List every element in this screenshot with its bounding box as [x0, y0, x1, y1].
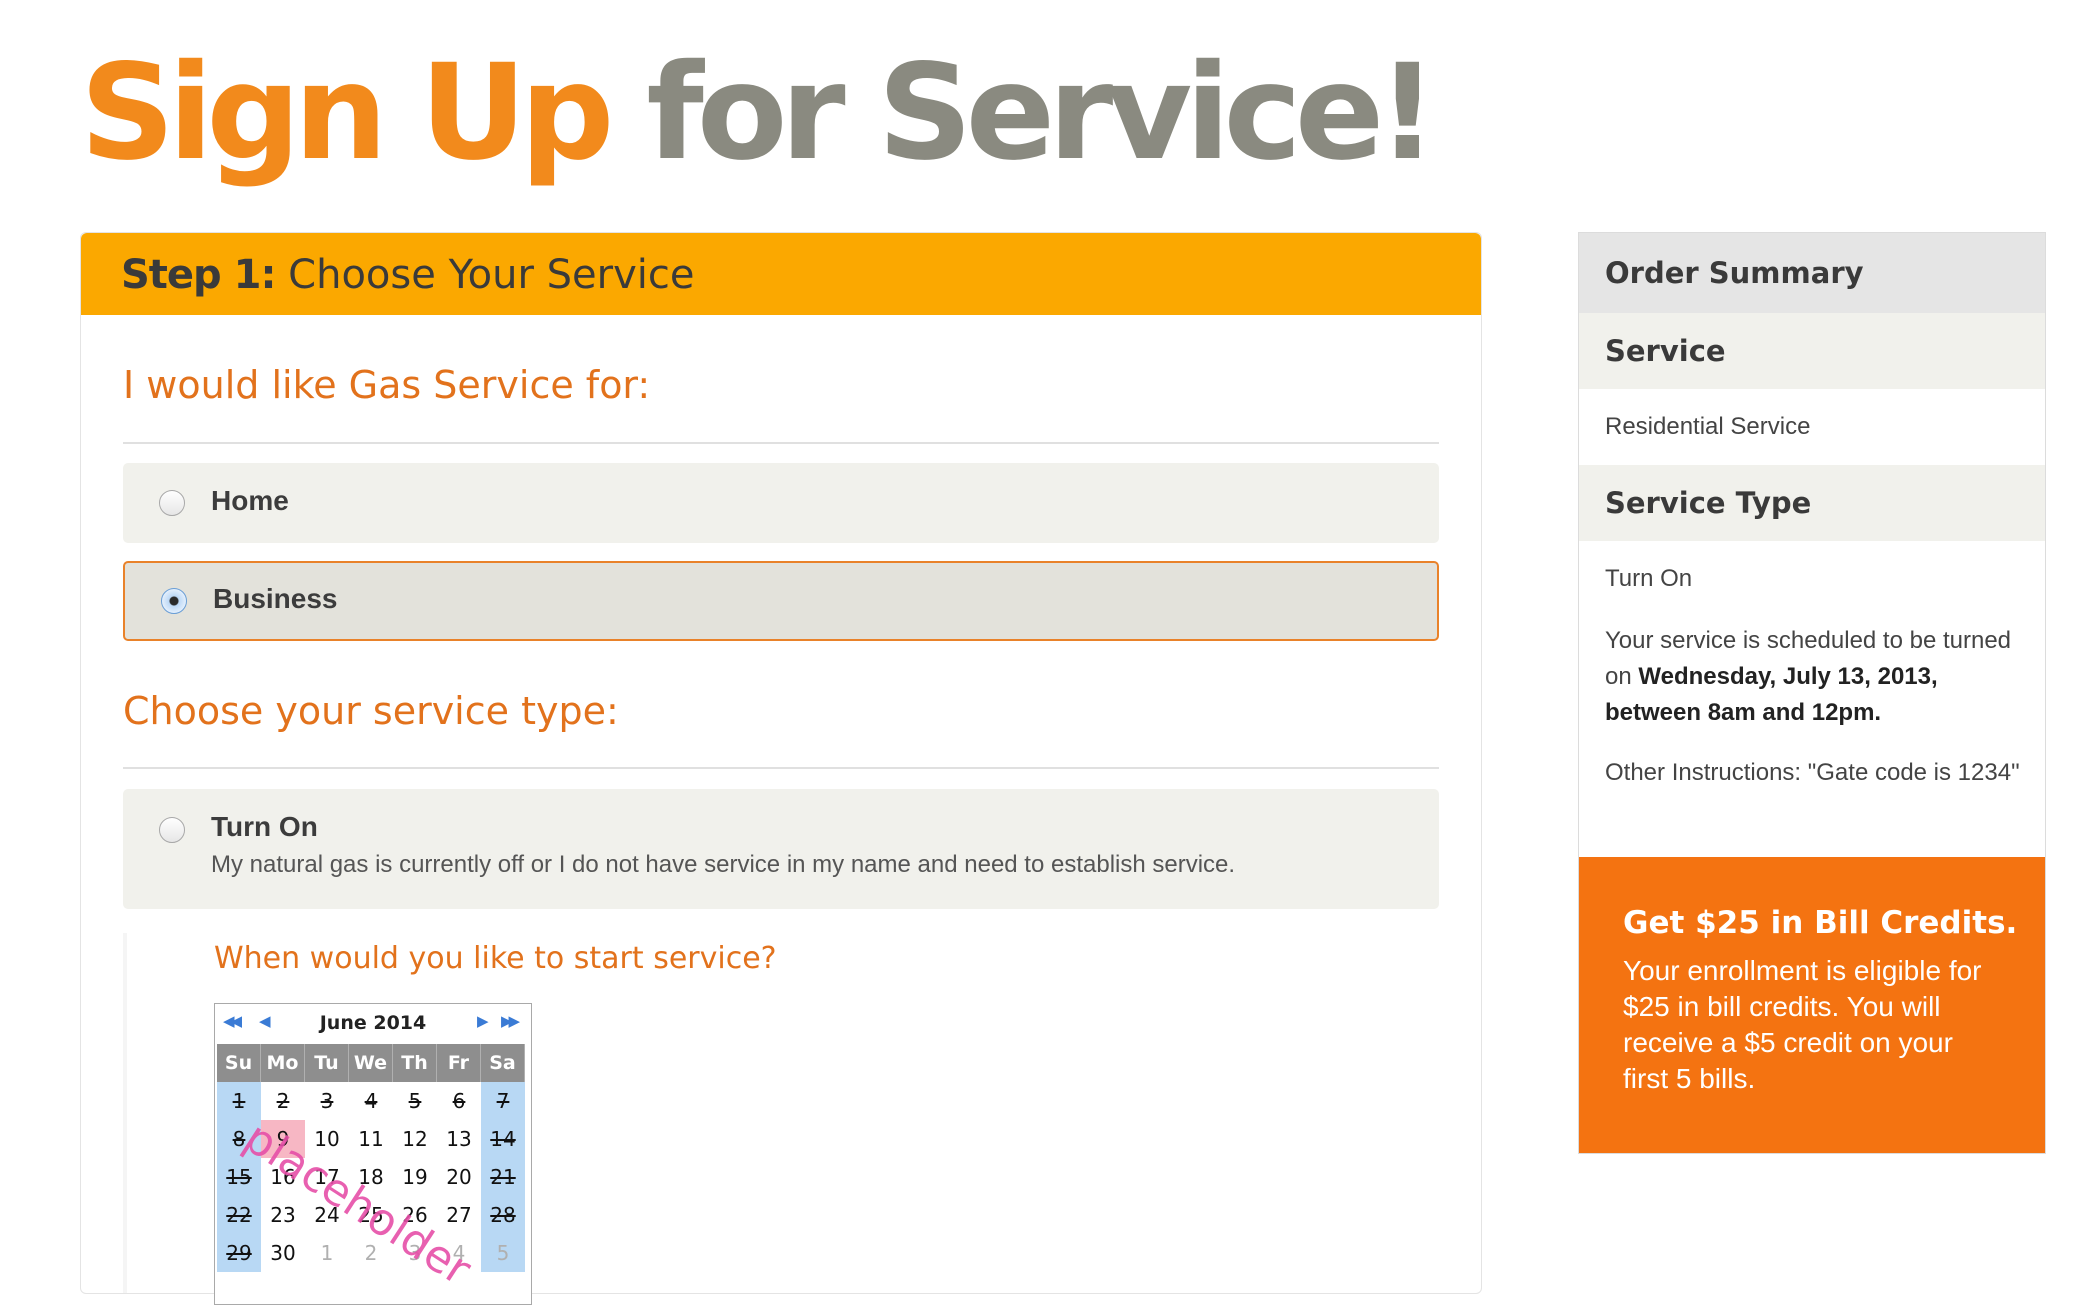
page-title-rest: for Service! — [646, 36, 1437, 190]
calendar-day[interactable]: 8 — [217, 1120, 261, 1158]
calendar-day[interactable]: 10 — [305, 1120, 349, 1158]
calendar-day[interactable]: 11 — [349, 1120, 393, 1158]
start-service-question: When would you like to start service? — [214, 941, 777, 976]
calendar-day[interactable]: 23 — [261, 1196, 305, 1234]
calendar-day[interactable]: 5 — [481, 1234, 525, 1272]
summary-service-type-heading: Service Type — [1579, 465, 2045, 541]
calendar-day[interactable]: 15 — [217, 1158, 261, 1196]
step-number: Step 1: — [121, 252, 276, 298]
page-title: Sign Up for Service! — [80, 36, 1438, 190]
calendar-day[interactable]: 4 — [437, 1234, 481, 1272]
calendar-day[interactable]: 7 — [481, 1082, 525, 1120]
summary-instructions: Other Instructions: "Gate code is 1234" — [1605, 759, 2020, 786]
calendar-day[interactable]: 28 — [481, 1196, 525, 1234]
weekday-header: Th — [393, 1044, 437, 1082]
calendar-day[interactable]: 24 — [305, 1196, 349, 1234]
start-service-indent — [123, 933, 127, 1293]
summary-schedule-date: Wednesday, July 13, 2013, between 8am an… — [1605, 663, 1938, 726]
summary-service-value: Residential Service — [1605, 413, 1811, 440]
promo-body: Your enrollment is eligible for $25 in b… — [1623, 955, 1982, 1094]
weekday-header: Tu — [305, 1044, 349, 1082]
step-title: Choose Your Service — [288, 252, 695, 298]
date-picker-calendar: ◀◀ ◀ June 2014 ▶ ▶▶ Su Mo Tu We Th Fr Sa 1 2 3 4 5 6… — [214, 1003, 532, 1305]
bill-credit-promo: Get $25 in Bill Credits. Your enrollment… — [1579, 857, 2045, 1153]
summary-schedule: Your service is scheduled to be turned o… — [1579, 623, 2045, 731]
order-summary-title: Order Summary — [1579, 233, 2045, 313]
step-panel: Step 1: Choose Your Service I would like… — [80, 232, 1482, 1305]
page-title-highlight: Sign Up — [80, 36, 614, 190]
calendar-day[interactable]: 14 — [481, 1120, 525, 1158]
calendar-day[interactable]: 6 — [437, 1082, 481, 1120]
calendar-day[interactable]: 12 — [393, 1120, 437, 1158]
next-year-icon[interactable]: ▶▶ — [501, 1012, 520, 1030]
option-home-label: Home — [211, 485, 289, 516]
option-business-label: Business — [213, 583, 338, 614]
promo-title: Get $25 in Bill Credits. — [1623, 905, 2018, 941]
calendar-day[interactable]: 4 — [349, 1082, 393, 1120]
calendar-day[interactable]: 25 — [349, 1196, 393, 1234]
weekday-header: We — [349, 1044, 393, 1082]
next-month-icon[interactable]: ▶ — [477, 1012, 488, 1030]
step-header: Step 1: Choose Your Service — [81, 233, 1481, 315]
option-home[interactable]: Home — [123, 463, 1439, 543]
option-business[interactable]: Business — [123, 561, 1439, 641]
calendar-day[interactable]: 3 — [393, 1234, 437, 1272]
weekday-header: Mo — [261, 1044, 305, 1082]
calendar-grid: Su Mo Tu We Th Fr Sa 1 2 3 4 5 6 7 8 9 10 11 12 13 14 15 16 17 1… — [217, 1044, 525, 1272]
calendar-day[interactable]: 20 — [437, 1158, 481, 1196]
calendar-day[interactable]: 5 — [393, 1082, 437, 1120]
weekday-header: Sa — [481, 1044, 525, 1082]
calendar-day[interactable]: 2 — [261, 1082, 305, 1120]
service-type-heading: Choose your service type: — [123, 689, 619, 733]
calendar-day[interactable]: 27 — [437, 1196, 481, 1234]
option-turn-on-description: My natural gas is currently off or I do … — [211, 851, 1236, 878]
service-for-heading: I would like Gas Service for: — [123, 363, 651, 407]
calendar-day[interactable]: 3 — [305, 1082, 349, 1120]
weekday-header: Su — [217, 1044, 261, 1082]
summary-service-type-value: Turn On — [1605, 565, 1693, 592]
home-radio[interactable] — [159, 490, 185, 516]
calendar-day[interactable]: 17 — [305, 1158, 349, 1196]
calendar-day[interactable]: 2 — [349, 1234, 393, 1272]
calendar-header: ◀◀ ◀ June 2014 ▶ ▶▶ — [215, 1004, 531, 1044]
divider — [123, 442, 1439, 444]
order-summary-panel: Order Summary Service Residential Servic… — [1578, 232, 2046, 1154]
summary-service-heading: Service — [1579, 313, 2045, 389]
calendar-day[interactable]: 21 — [481, 1158, 525, 1196]
calendar-day[interactable]: 26 — [393, 1196, 437, 1234]
calendar-day[interactable]: 19 — [393, 1158, 437, 1196]
calendar-day[interactable]: 16 — [261, 1158, 305, 1196]
calendar-day[interactable]: 22 — [217, 1196, 261, 1234]
calendar-day[interactable]: 1 — [217, 1082, 261, 1120]
calendar-day[interactable]: 29 — [217, 1234, 261, 1272]
option-turn-on-label: Turn On — [211, 811, 318, 842]
calendar-day[interactable]: 30 — [261, 1234, 305, 1272]
turn-on-radio[interactable] — [159, 817, 185, 843]
calendar-day[interactable]: 9 — [261, 1120, 305, 1158]
calendar-day[interactable]: 13 — [437, 1120, 481, 1158]
business-radio[interactable] — [161, 588, 187, 614]
calendar-day[interactable]: 18 — [349, 1158, 393, 1196]
weekday-header: Fr — [437, 1044, 481, 1082]
divider — [123, 767, 1439, 769]
option-turn-on[interactable]: Turn On My natural gas is currently off … — [123, 789, 1439, 909]
calendar-day[interactable]: 1 — [305, 1234, 349, 1272]
